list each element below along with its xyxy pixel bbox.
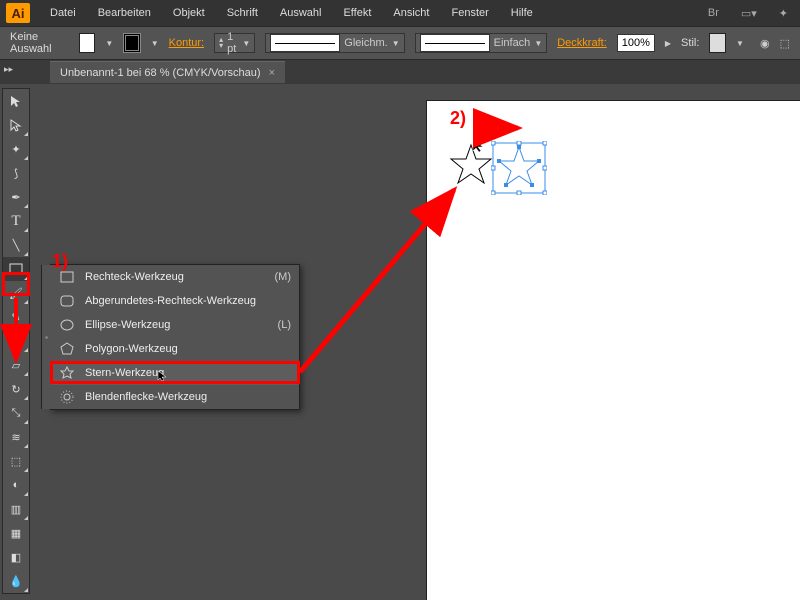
star-icon bbox=[59, 366, 75, 380]
perspective-grid-tool[interactable]: ▥ bbox=[3, 497, 29, 521]
menu-schrift[interactable]: Schrift bbox=[217, 3, 268, 23]
polygon-icon bbox=[59, 342, 75, 356]
fill-swatch[interactable] bbox=[79, 33, 96, 53]
flyout-rectangle-shortcut: (M) bbox=[275, 271, 292, 283]
chevron-down-icon: ▼ bbox=[534, 39, 542, 48]
stroke-swatch[interactable] bbox=[123, 33, 140, 53]
control-bar: Keine Auswahl ▼ ▼ Kontur: ▴▾ 1 pt ▼ Glei… bbox=[0, 26, 800, 60]
rect-icon bbox=[59, 271, 75, 283]
flyout-tearoff-handle[interactable]: ▪ bbox=[41, 265, 51, 409]
flyout-flare-label: Blendenflecke-Werkzeug bbox=[85, 391, 281, 403]
style-caret[interactable]: ▼ bbox=[736, 39, 744, 48]
magic-wand-tool[interactable]: ✦ bbox=[3, 137, 29, 161]
flyout-ellipse-label: Ellipse-Werkzeug bbox=[85, 319, 268, 331]
mesh-tool[interactable]: ▦ bbox=[3, 521, 29, 545]
line-tool[interactable]: ╲ bbox=[3, 233, 29, 257]
menu-objekt[interactable]: Objekt bbox=[163, 3, 215, 23]
cursor-on-star-icon bbox=[156, 369, 168, 381]
stroke-link[interactable]: Kontur: bbox=[169, 37, 204, 49]
direct-selection-tool[interactable] bbox=[3, 113, 29, 137]
rectangle-tool[interactable] bbox=[3, 257, 29, 281]
bridge-icon[interactable]: Br bbox=[702, 5, 725, 21]
stroke-caret[interactable]: ▼ bbox=[151, 39, 159, 48]
stroke-preview bbox=[270, 34, 340, 52]
paintbrush-tool[interactable]: 🖌 bbox=[3, 281, 29, 305]
swatch-caret[interactable]: ▼ bbox=[105, 39, 113, 48]
opacity-link[interactable]: Deckkraft: bbox=[557, 37, 607, 49]
chevron-down-icon: ▼ bbox=[392, 39, 400, 48]
stroke-style-value: Gleichm. bbox=[344, 37, 387, 49]
prefs-icon[interactable]: ⬚ bbox=[780, 37, 790, 50]
pencil-tool[interactable]: ✎ bbox=[3, 305, 29, 329]
flyout-star-label: Stern-Werkzeug bbox=[85, 367, 281, 379]
menu-right-cluster: Br ▭▾ ✦ bbox=[702, 5, 794, 22]
flyout-rectangle[interactable]: Rechteck-Werkzeug (M) bbox=[51, 265, 299, 289]
pen-tool[interactable]: ✒ bbox=[3, 185, 29, 209]
gradient-tool[interactable]: ◧ bbox=[3, 545, 29, 569]
document-tab[interactable]: Unbenannt-1 bei 68 % (CMYK/Vorschau) × bbox=[50, 61, 285, 83]
opacity-value: 100% bbox=[622, 37, 650, 49]
cursor-icon bbox=[471, 137, 487, 153]
chevron-down-icon: ▼ bbox=[242, 39, 250, 48]
document-tab-bar: Unbenannt-1 bei 68 % (CMYK/Vorschau) × bbox=[0, 60, 800, 84]
menu-effekt[interactable]: Effekt bbox=[333, 3, 381, 23]
menu-hilfe[interactable]: Hilfe bbox=[501, 3, 543, 23]
eraser-tool[interactable]: ▱ bbox=[3, 353, 29, 377]
flyout-ellipse-shortcut: (L) bbox=[278, 319, 291, 331]
scale-tool[interactable]: ⤡ bbox=[3, 401, 29, 425]
selected-star[interactable] bbox=[491, 141, 547, 195]
flyout-flare[interactable]: Blendenflecke-Werkzeug bbox=[51, 385, 299, 409]
artboard[interactable] bbox=[427, 101, 800, 600]
menu-bearbeiten[interactable]: Bearbeiten bbox=[88, 3, 161, 23]
style-label: Stil: bbox=[681, 37, 699, 49]
brush-preview bbox=[420, 34, 490, 52]
stroke-profile-dropdown[interactable]: Gleichm. ▼ bbox=[265, 33, 404, 53]
menu-datei[interactable]: Datei bbox=[40, 3, 86, 23]
flyout-roundrect[interactable]: Abgerundetes-Rechteck-Werkzeug bbox=[51, 289, 299, 313]
flyout-rectangle-label: Rechteck-Werkzeug bbox=[85, 271, 265, 283]
close-icon[interactable]: × bbox=[269, 67, 275, 79]
stroke-weight-value: 1 pt bbox=[227, 31, 238, 55]
width-tool[interactable]: ≋ bbox=[3, 425, 29, 449]
opacity-caret[interactable]: ▶ bbox=[665, 39, 671, 48]
recolor-icon[interactable]: ◉ bbox=[760, 37, 770, 50]
annotation-label-1: 1) bbox=[52, 251, 68, 272]
menu-bar: Ai Datei Bearbeiten Objekt Schrift Auswa… bbox=[0, 0, 800, 26]
blob-brush-tool[interactable]: ◢ bbox=[3, 329, 29, 353]
style-swatch[interactable] bbox=[709, 33, 726, 53]
brush-dropdown[interactable]: Einfach ▼ bbox=[415, 33, 548, 53]
shape-builder-tool[interactable]: ◐ bbox=[3, 473, 29, 497]
flyout-polygon-label: Polygon-Werkzeug bbox=[85, 343, 281, 355]
selection-label: Keine Auswahl bbox=[10, 31, 69, 55]
sync-icon[interactable]: ✦ bbox=[773, 5, 794, 22]
flyout-roundrect-label: Abgerundetes-Rechteck-Werkzeug bbox=[85, 295, 281, 307]
panel-toggle-icon[interactable]: ▸▸ bbox=[4, 64, 13, 75]
app-icon: Ai bbox=[6, 3, 30, 23]
flyout-polygon[interactable]: Polygon-Werkzeug bbox=[51, 337, 299, 361]
brush-style-value: Einfach bbox=[494, 37, 531, 49]
type-tool[interactable]: T bbox=[3, 209, 29, 233]
selection-tool[interactable] bbox=[3, 89, 29, 113]
stroke-weight-dropdown[interactable]: ▴▾ 1 pt ▼ bbox=[214, 33, 255, 53]
rotate-tool[interactable]: ↻ bbox=[3, 377, 29, 401]
stroke-weight-stepper[interactable]: ▴▾ bbox=[219, 37, 223, 49]
annotation-label-2: 2) bbox=[450, 108, 466, 129]
document-tab-title: Unbenannt-1 bei 68 % (CMYK/Vorschau) bbox=[60, 67, 261, 79]
shape-tool-flyout: ▪ Rechteck-Werkzeug (M) Abgerundetes-Rec… bbox=[50, 264, 300, 410]
eyedropper-tool[interactable]: 💧 bbox=[3, 569, 29, 593]
ellipse-icon bbox=[59, 319, 75, 331]
opacity-input[interactable]: 100% bbox=[617, 34, 655, 52]
free-transform-tool[interactable]: ⬚ bbox=[3, 449, 29, 473]
flyout-star[interactable]: Stern-Werkzeug bbox=[51, 361, 299, 385]
roundrect-icon bbox=[59, 295, 75, 307]
layout-icon[interactable]: ▭▾ bbox=[735, 5, 763, 22]
menu-fenster[interactable]: Fenster bbox=[441, 3, 498, 23]
flyout-ellipse[interactable]: Ellipse-Werkzeug (L) bbox=[51, 313, 299, 337]
menu-auswahl[interactable]: Auswahl bbox=[270, 3, 332, 23]
tools-panel: ✦ ⟆ ✒ T ╲ 🖌 ✎ ◢ ▱ ↻ ⤡ ≋ ⬚ ◐ ▥ ▦ ◧ 💧 bbox=[2, 88, 30, 594]
menu-ansicht[interactable]: Ansicht bbox=[383, 3, 439, 23]
flare-icon bbox=[59, 390, 75, 404]
lasso-tool[interactable]: ⟆ bbox=[3, 161, 29, 185]
